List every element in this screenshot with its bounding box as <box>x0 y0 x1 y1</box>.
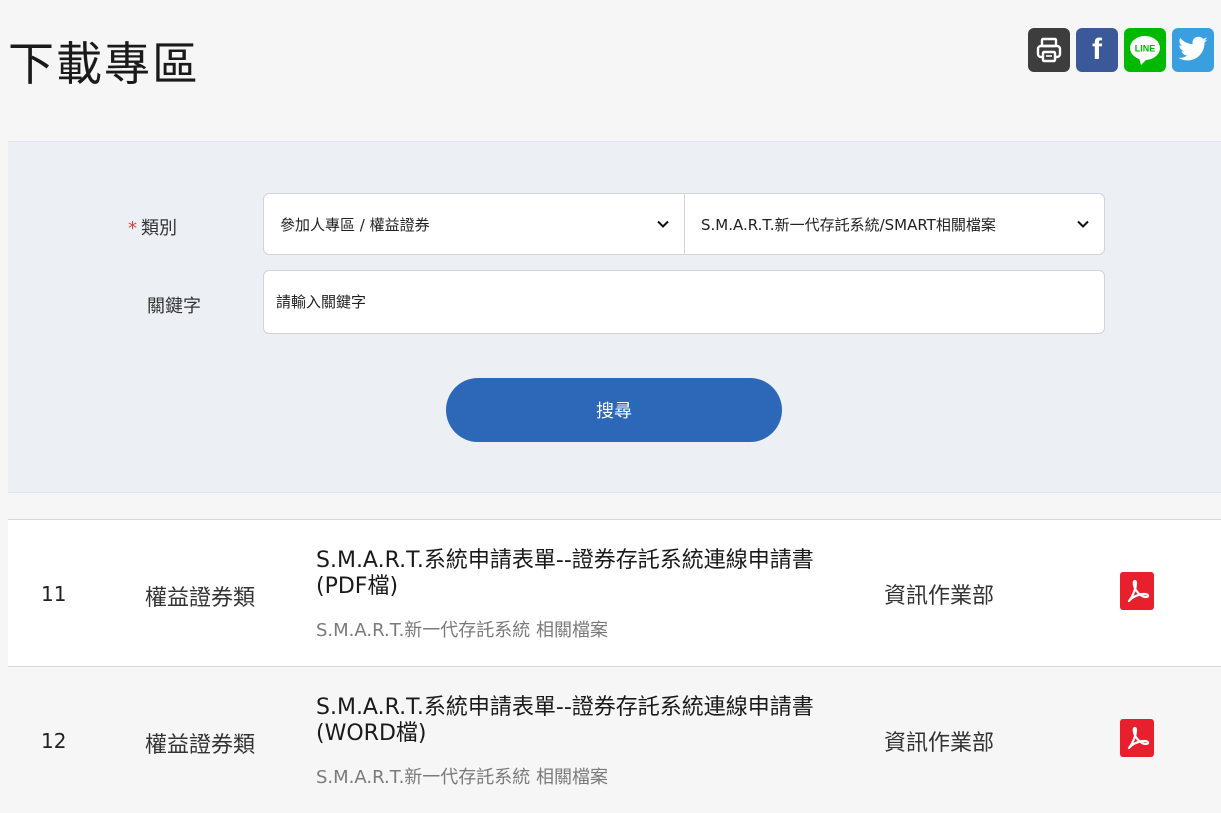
table-row: 12 權益證券類 S.M.A.R.T.系統申請表單--證券存託系統連線申請書(WOR… <box>8 666 1221 813</box>
page-title: 下載專區 <box>8 37 200 91</box>
chevron-down-icon <box>657 220 669 228</box>
print-button[interactable] <box>1028 28 1070 72</box>
twitter-icon <box>1178 36 1208 61</box>
keyword-input[interactable] <box>263 270 1105 334</box>
row-title-link[interactable]: S.M.A.R.T.系統申請表單--證券存託系統連線申請書(WORD檔) <box>316 695 836 747</box>
row-category: 權益證券類 <box>145 733 256 758</box>
category-primary-select[interactable]: 參加人專區 / 權益證券 <box>263 193 685 255</box>
facebook-share-button[interactable]: f <box>1076 28 1118 72</box>
search-button[interactable]: 搜尋 <box>446 378 782 442</box>
chevron-down-icon <box>1077 220 1089 228</box>
results-list: 11 權益證券類 S.M.A.R.T.系統申請表單--證券存託系統連線申請書(PDF… <box>8 519 1221 813</box>
required-mark: * <box>128 218 137 239</box>
line-share-button[interactable]: LINE <box>1124 28 1166 72</box>
category-secondary-value: S.M.A.R.T.新一代存託系統/SMART相關檔案 <box>701 215 996 234</box>
facebook-icon: f <box>1092 33 1102 66</box>
pdf-icon[interactable] <box>1120 719 1154 757</box>
row-subtitle: S.M.A.R.T.新一代存託系統 相關檔案 <box>316 620 609 641</box>
row-number: 12 <box>41 729 67 753</box>
line-icon: LINE <box>1130 36 1160 65</box>
row-department: 資訊作業部 <box>884 584 995 609</box>
category-label: * 類別 <box>128 218 177 239</box>
print-icon <box>1036 37 1062 63</box>
share-toolbar: f LINE <box>1028 28 1214 72</box>
keyword-label: 關鍵字 <box>147 296 201 317</box>
table-row: 11 權益證券類 S.M.A.R.T.系統申請表單--證券存託系統連線申請書(PDF… <box>8 519 1221 666</box>
row-title-link[interactable]: S.M.A.R.T.系統申請表單--證券存託系統連線申請書(PDF檔) <box>316 548 836 600</box>
twitter-share-button[interactable] <box>1172 28 1214 72</box>
row-subtitle: S.M.A.R.T.新一代存託系統 相關檔案 <box>316 767 609 788</box>
pdf-icon[interactable] <box>1120 572 1154 610</box>
row-department: 資訊作業部 <box>884 731 995 756</box>
svg-text:LINE: LINE <box>1135 44 1156 54</box>
row-number: 11 <box>41 582 67 606</box>
search-panel: * 類別 參加人專區 / 權益證券 S.M.A.R.T.新一代存託系統/SMART… <box>8 141 1221 493</box>
category-secondary-select[interactable]: S.M.A.R.T.新一代存託系統/SMART相關檔案 <box>684 193 1105 255</box>
category-primary-value: 參加人專區 / 權益證券 <box>280 215 430 234</box>
row-category: 權益證券類 <box>145 586 256 611</box>
